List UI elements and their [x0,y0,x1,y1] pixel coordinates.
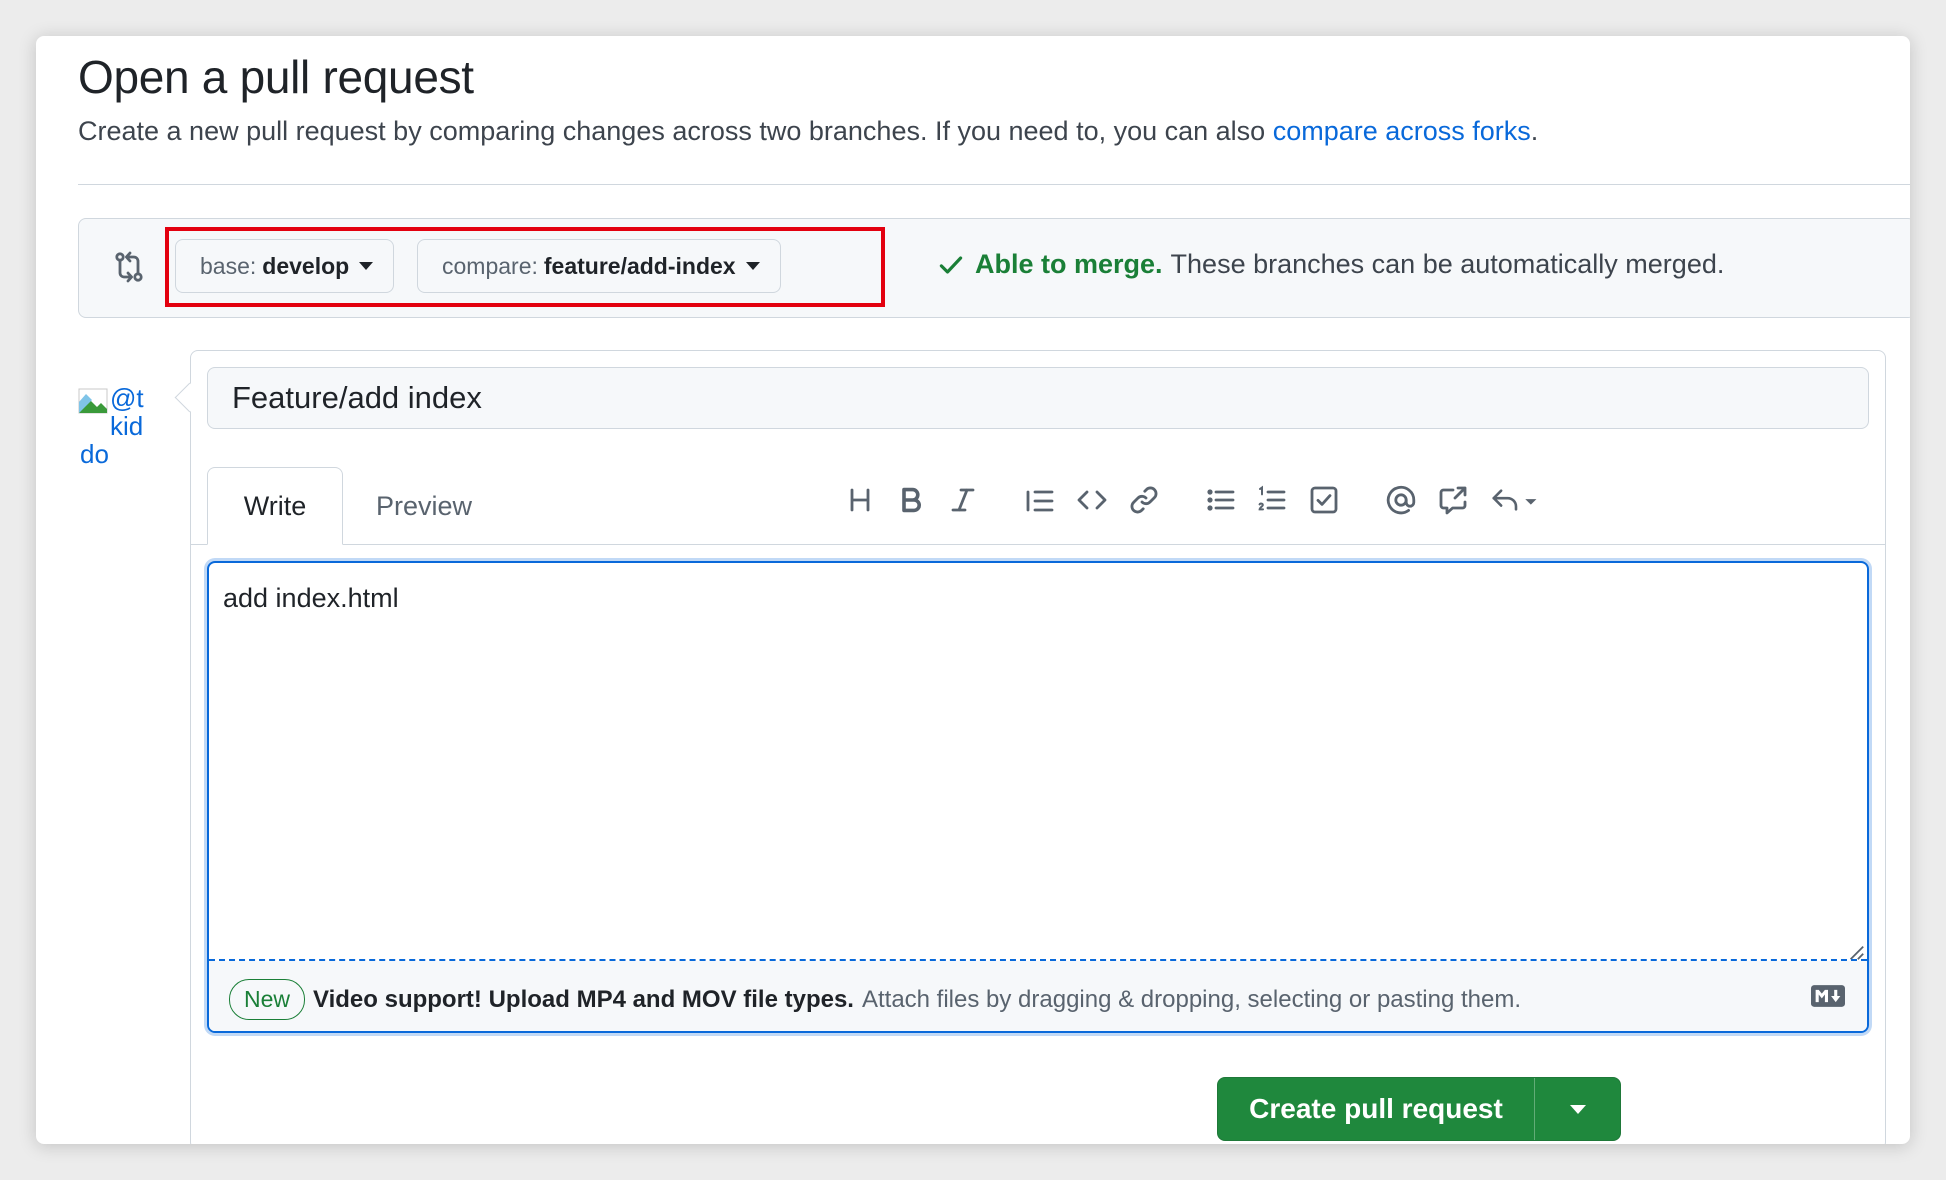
merge-status: Able to merge. These branches can be aut… [937,249,1724,280]
new-badge: New [229,979,306,1020]
markdown-icon[interactable] [1811,985,1845,1007]
caret-down-icon [745,262,760,270]
compare-branch-button[interactable]: compare: feature/add-index [417,239,781,293]
caret-down-icon [1569,1104,1586,1114]
markdown-toolbar [191,477,1885,523]
tab-write[interactable]: Write [207,467,343,545]
description-editor[interactable]: add index.html New Video support! Upload… [207,561,1869,1033]
divider [78,184,1910,185]
avatar-alt-line: kid [110,411,144,441]
title-input[interactable] [207,367,1869,429]
ordered-list-icon[interactable] [1255,483,1289,517]
mention-icon[interactable] [1384,483,1418,517]
compare-across-forks-link[interactable]: compare across forks [1273,116,1531,146]
compare-prefix: compare: [442,252,538,279]
broken-image-icon [78,388,108,414]
link-icon[interactable] [1127,483,1161,517]
task-list-icon[interactable] [1307,483,1341,517]
pull-request-form: Write Preview [190,350,1886,1144]
base-branch-name: develop [262,252,350,279]
create-pull-request-button[interactable]: Create pull request [1217,1077,1621,1141]
subtitle-text: Create a new pull request by comparing c… [78,116,1273,146]
italic-icon[interactable] [946,483,980,517]
subtitle-end: . [1530,116,1539,146]
attachment-hint: New Video support! Upload MP4 and MOV fi… [229,979,1521,1020]
unordered-list-icon[interactable] [1204,483,1238,517]
base-branch-button[interactable]: base: develop [175,239,395,293]
merge-status-ok: Able to merge. [975,249,1163,279]
quote-icon[interactable] [1023,483,1057,517]
check-icon [939,255,963,274]
video-support-text: Video support! Upload MP4 and MOV file t… [313,985,854,1013]
attach-files-text: Attach files by dragging & dropping, sel… [861,985,1522,1013]
file-attachment-bar[interactable]: New Video support! Upload MP4 and MOV fi… [209,961,1867,1031]
git-compare-icon [115,251,143,283]
create-options-dropdown[interactable] [1535,1078,1620,1140]
avatar-alt-line: @t [110,384,144,413]
create-pull-request-label[interactable]: Create pull request [1218,1078,1534,1140]
page-subtitle: Create a new pull request by comparing c… [78,116,1538,147]
description-textarea[interactable]: add index.html [223,583,399,614]
range-editor: base: develop compare: feature/add-index… [78,218,1910,318]
avatar-alt-line: do [80,439,109,464]
merge-status-text: These branches can be automatically merg… [1170,249,1725,279]
reference-icon[interactable] [1436,483,1470,517]
avatar[interactable]: @t kid do [78,384,148,464]
avatar-alt-text: @t kid do [80,384,148,464]
heading-icon[interactable] [843,483,877,517]
browser-window: Open a pull request Create a new pull re… [36,36,1910,1144]
code-icon[interactable] [1075,483,1109,517]
base-prefix: base: [200,252,257,279]
saved-replies-icon[interactable] [1488,483,1544,517]
caret-down-icon [359,262,374,270]
page-title: Open a pull request [78,51,474,103]
bold-icon[interactable] [894,483,928,517]
compare-branch-name: feature/add-index [543,252,736,279]
